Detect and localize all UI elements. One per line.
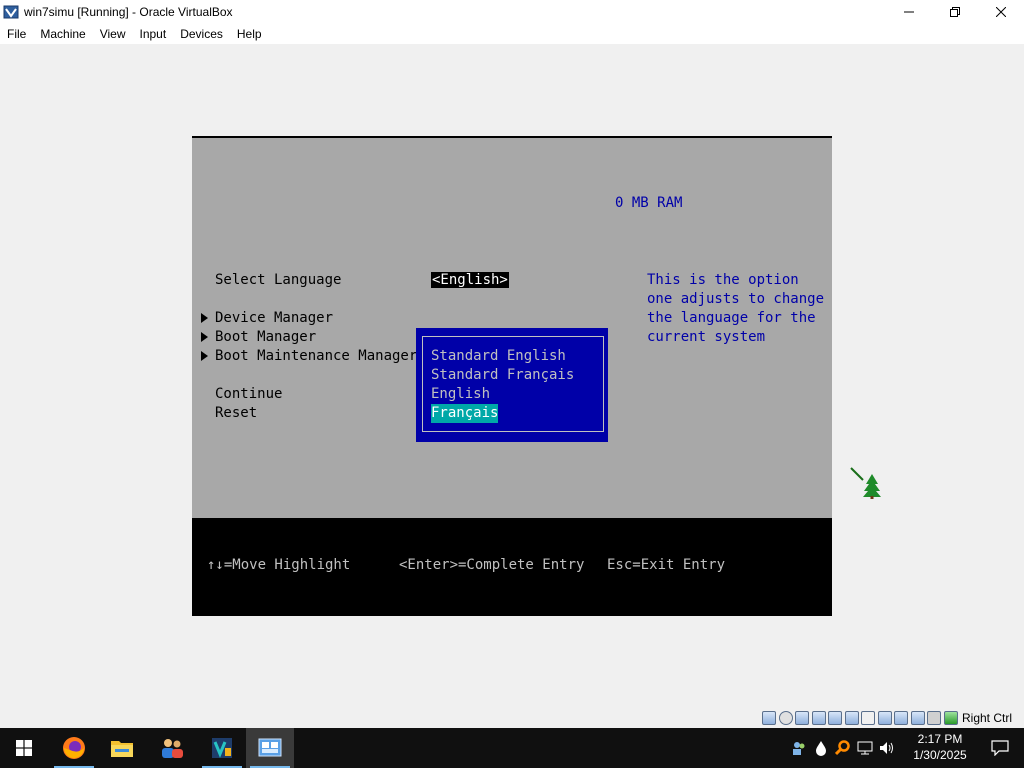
start-button[interactable] [0,728,48,768]
language-popup: Standard English Standard Français Engli… [416,328,608,442]
clock-date: 1/30/2025 [913,748,967,762]
mouse-integration-icon[interactable] [894,711,908,725]
menu-device-manager[interactable]: Device Manager [215,309,333,328]
taskbar-virtualbox-vm[interactable] [246,728,294,768]
menu-continue[interactable]: Continue [215,385,282,404]
minimize-icon [904,11,914,13]
system-tray [788,728,898,768]
tray-volume-icon[interactable] [876,741,898,755]
file-explorer-icon [111,741,133,757]
taskbar-file-explorer[interactable] [98,728,146,768]
menu-file[interactable]: File [0,24,33,44]
optical-drive-icon[interactable] [778,711,793,725]
tray-drop-icon[interactable] [810,740,832,756]
window-controls [886,0,1024,24]
submenu-arrow-icon [201,313,208,323]
taskbar-firefox[interactable] [50,728,98,768]
select-language-value: <English> [431,272,509,288]
cpu-icon[interactable] [927,711,941,725]
option-francais-highlighted[interactable]: Français [431,404,499,423]
top-border [192,136,832,138]
submenu-arrow-icon [201,332,208,342]
help-line-4: current system [647,329,766,345]
window-title: win7simu [Running] - Oracle VirtualBox [24,5,233,19]
audio-icon[interactable] [795,711,809,725]
virtualbox-vm-icon [258,738,282,757]
vm-screen[interactable]: 0 MB RAM Select Language <English> Devic… [192,136,832,616]
menu-view[interactable]: View [93,24,133,44]
hard-disk-icon[interactable] [762,711,776,725]
menu-boot-manager[interactable]: Boot Manager [215,328,316,347]
option-standard-english[interactable]: Standard English [431,347,566,366]
host-key-label: Right Ctrl [962,711,1013,725]
windows-start-icon [16,740,32,756]
help-move-highlight: ↑↓=Move Highlight [207,557,351,573]
close-icon [996,7,1006,17]
menu-help[interactable]: Help [230,24,269,44]
help-line-2: one adjusts to change [647,291,825,307]
action-center-button[interactable] [976,728,1024,768]
option-standard-francais[interactable]: Standard Français [431,366,574,385]
network-icon[interactable] [811,711,826,725]
menu-boot-maintenance-manager[interactable]: Boot Maintenance Manager [215,347,417,366]
display-icon[interactable] [861,711,875,725]
video-capture-icon[interactable] [877,711,892,725]
usb-icon[interactable] [828,711,842,725]
minimize-button[interactable] [886,0,932,24]
notification-icon [991,740,1009,756]
restore-icon [950,7,960,17]
help-line-1: This is the option [647,272,799,288]
select-language-label: Select Language [215,272,342,288]
tray-people-icon[interactable] [788,740,810,756]
virtualbox-manager-icon [212,738,232,758]
menu-reset[interactable]: Reset [215,404,257,423]
taskbar-clock[interactable]: 2:17 PM 1/30/2025 [906,731,974,763]
taskbar: 2:17 PM 1/30/2025 [0,728,1024,768]
menu-machine[interactable]: Machine [33,24,92,44]
ram-info: 0 MB RAM [615,195,683,211]
firefox-icon [63,737,85,759]
help-line-3: the language for the [647,310,816,326]
virtualbox-icon [3,4,19,20]
close-button[interactable] [978,0,1024,24]
taskbar-virtualbox-manager[interactable] [198,728,246,768]
restore-button[interactable] [932,0,978,24]
key-help-bar: ↑↓=Move Highlight <Enter>=Complete Entry… [192,518,832,616]
tray-network-icon[interactable] [854,741,876,755]
menu-devices[interactable]: Devices [173,24,230,44]
keyboard-icon[interactable] [910,711,925,725]
shared-folders-icon[interactable] [844,711,859,725]
option-english[interactable]: English [431,385,490,404]
host-key-icon[interactable] [943,711,958,725]
menu-bar: File Machine View Input Devices Help [0,24,1024,44]
tree-cursor-icon [849,466,883,500]
tray-search-icon[interactable] [832,740,854,756]
title-bar: win7simu [Running] - Oracle VirtualBox [0,0,1024,24]
taskbar-people-app[interactable] [148,728,196,768]
menu-input[interactable]: Input [133,24,174,44]
submenu-arrow-icon [201,351,208,361]
clock-time: 2:17 PM [917,732,963,746]
people-app-icon [162,739,183,758]
help-complete-entry: <Enter>=Complete Entry [399,557,585,573]
vm-status-bar: Right Ctrl [762,709,1024,727]
help-exit-entry: Esc=Exit Entry [607,557,726,573]
select-language-field[interactable]: <English> [431,271,509,290]
